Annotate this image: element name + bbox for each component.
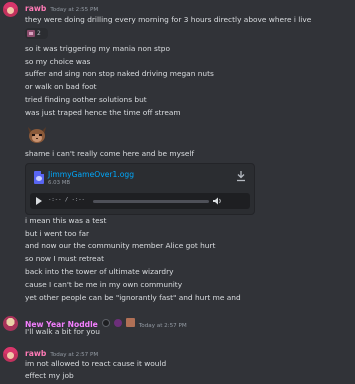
username-rawb[interactable]: rawb bbox=[25, 4, 46, 13]
volume-icon[interactable] bbox=[212, 197, 222, 205]
sticker-emoji-icon bbox=[27, 30, 35, 37]
message-line: so my choice was bbox=[25, 57, 91, 66]
timestamp: Today at 2:57 PM bbox=[138, 323, 187, 329]
download-icon[interactable] bbox=[236, 170, 246, 182]
message-line: effect my job bbox=[25, 371, 74, 380]
message-line: suffer and sing non stop naked driving m… bbox=[25, 69, 214, 78]
reaction-count: 2 bbox=[37, 30, 41, 37]
role-badge-icon[interactable] bbox=[125, 318, 135, 327]
cat-emoji-icon[interactable] bbox=[26, 124, 48, 144]
username-rawb[interactable]: rawb bbox=[25, 349, 46, 358]
message-line: im not allowed to react cause it would bbox=[25, 359, 167, 368]
audio-attachment: JimmyGameOver1.ogg 6.03 MB -:-- / -:-- bbox=[25, 163, 255, 215]
timestamp: Today at 2:55 PM bbox=[50, 7, 99, 13]
message-line: but i went too far bbox=[25, 229, 90, 238]
audio-player: -:-- / -:-- bbox=[30, 193, 250, 209]
message-line: i mean this was a test bbox=[25, 216, 107, 225]
avatar-rawb[interactable] bbox=[3, 2, 18, 17]
message-line: yet other people can be "ignorantly fast… bbox=[25, 293, 241, 302]
message-line: they were doing drilling every morning f… bbox=[25, 15, 312, 24]
play-icon[interactable] bbox=[36, 197, 42, 205]
reaction-pill[interactable]: 2 bbox=[25, 28, 48, 39]
message-line: tried finding oother solutions but bbox=[25, 95, 147, 104]
audio-time: -:-- / -:-- bbox=[48, 197, 86, 203]
audio-file-icon bbox=[34, 171, 44, 184]
message-header: rawb Today at 2:57 PM bbox=[25, 349, 98, 358]
message-line: so it was triggering my mania non stpo bbox=[25, 44, 170, 53]
role-badge-icon[interactable] bbox=[113, 319, 122, 327]
message-line: back into the tower of ultimate wizardry bbox=[25, 267, 174, 276]
attachment-filename[interactable]: JimmyGameOver1.ogg bbox=[48, 170, 134, 179]
message-line: was just traped hence the time off strea… bbox=[25, 108, 181, 117]
avatar-rawb[interactable] bbox=[3, 347, 18, 362]
avatar-new-year-noddle[interactable] bbox=[3, 316, 18, 331]
role-badge-icon[interactable] bbox=[101, 319, 110, 327]
attachment-size: 6.03 MB bbox=[48, 180, 71, 186]
message-line: cause I can't be me in my own community bbox=[25, 280, 183, 289]
message-line: or walk on bad foot bbox=[25, 82, 97, 91]
audio-progress-track[interactable] bbox=[93, 200, 209, 203]
timestamp: Today at 2:57 PM bbox=[50, 352, 99, 358]
message-line: and now our the community member Alice g… bbox=[25, 241, 216, 250]
message-line: shame i can't really come here and be my… bbox=[25, 149, 195, 158]
message-line: I'll walk a bit for you bbox=[25, 327, 100, 336]
message-line: so now I must retreat bbox=[25, 254, 105, 263]
message-header: rawb Today at 2:55 PM bbox=[25, 4, 98, 13]
